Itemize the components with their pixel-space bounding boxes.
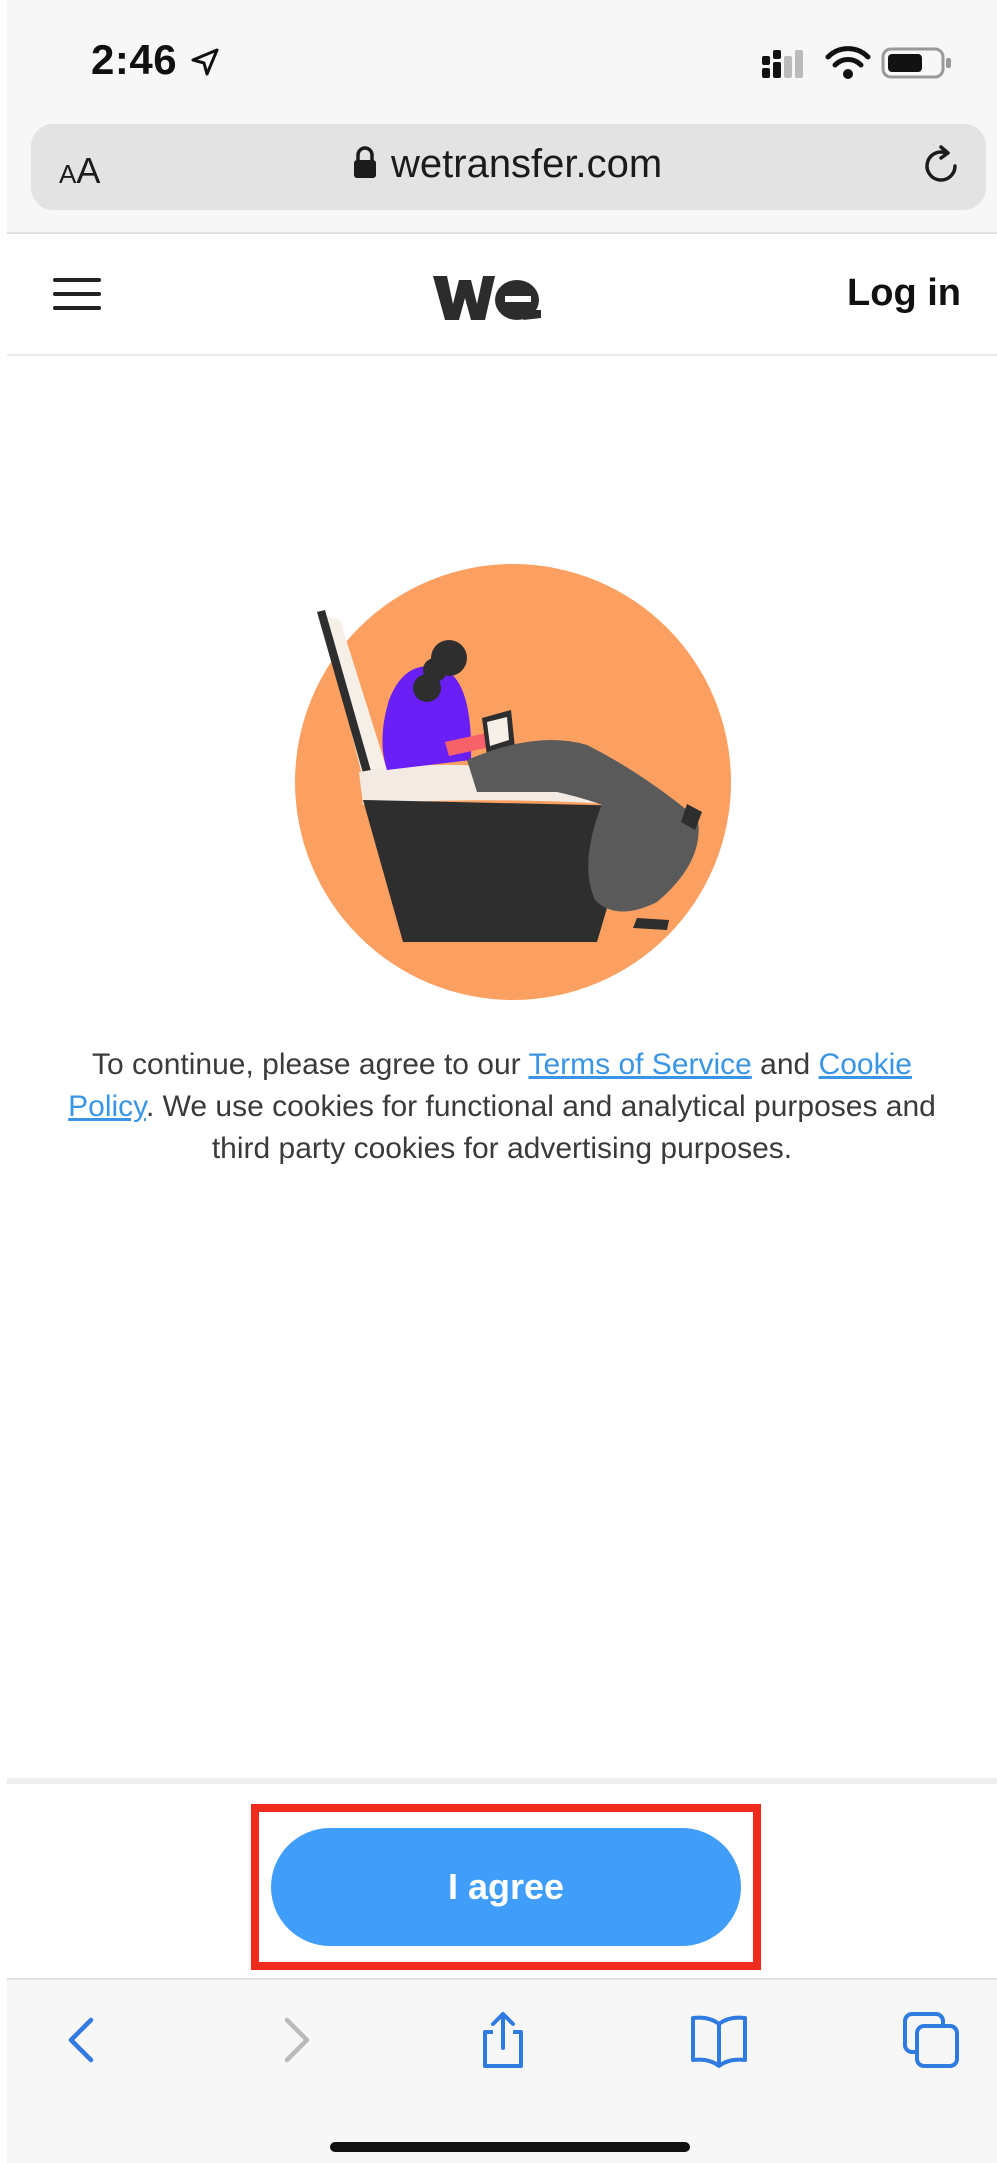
log-in-link[interactable]: Log in bbox=[847, 272, 961, 315]
lock-icon bbox=[354, 146, 376, 178]
status-time: 2:46 bbox=[91, 36, 178, 83]
consent-action-area: I agree bbox=[7, 1778, 997, 1980]
forward-icon[interactable] bbox=[265, 2010, 325, 2070]
back-icon[interactable] bbox=[53, 2010, 113, 2070]
status-bar: 2:46 bbox=[7, 0, 997, 120]
hamburger-menu-icon[interactable] bbox=[53, 276, 101, 312]
browser-toolbar bbox=[7, 1978, 997, 2163]
text-size-button[interactable]: AA bbox=[59, 150, 100, 192]
consent-suffix: . We use cookies for functional and anal… bbox=[145, 1090, 936, 1165]
reading-person-illustration bbox=[295, 564, 731, 1000]
location-arrow-icon bbox=[191, 48, 219, 76]
site-header: Log in bbox=[7, 234, 997, 356]
share-icon[interactable] bbox=[473, 2010, 533, 2070]
tabs-icon[interactable] bbox=[901, 2010, 961, 2070]
consent-prefix: To continue, please agree to our bbox=[92, 1048, 529, 1081]
url-text[interactable]: wetransfer.com bbox=[391, 142, 662, 187]
battery-icon bbox=[881, 47, 951, 79]
cellular-signal-icon bbox=[762, 50, 803, 78]
wifi-icon bbox=[825, 46, 871, 79]
browser-address-area: AA wetransfer.com bbox=[7, 110, 997, 234]
consent-message: To continue, please agree to our Terms o… bbox=[67, 1044, 937, 1170]
terms-of-service-link[interactable]: Terms of Service bbox=[528, 1048, 751, 1081]
bookmarks-icon[interactable] bbox=[689, 2010, 749, 2070]
address-bar[interactable]: AA wetransfer.com bbox=[31, 124, 986, 210]
reload-icon[interactable] bbox=[919, 144, 963, 188]
wetransfer-logo[interactable] bbox=[431, 270, 541, 326]
i-agree-button[interactable]: I agree bbox=[271, 1828, 741, 1946]
phone-screen: 2:46 AA wetransfer.com Log in To continu… bbox=[7, 0, 997, 2163]
consent-middle: and bbox=[751, 1048, 819, 1081]
home-indicator bbox=[330, 2142, 690, 2152]
